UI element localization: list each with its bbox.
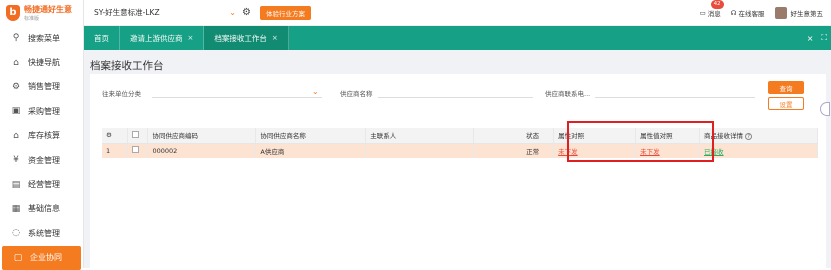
- page-title: 档案接收工作台: [90, 58, 164, 73]
- supplier-name: A供应商: [256, 143, 366, 158]
- status-cell: 正常: [474, 143, 554, 158]
- settings-icon: ◌: [11, 228, 21, 238]
- main-content: 档案接收工作台 往来单位分类 ⌄ 供应商名称 供应商联系电... 查询 设置 ⚙…: [84, 50, 831, 268]
- gear-icon[interactable]: ⚙: [242, 8, 252, 18]
- supplier-table-panel: ⚙ 协同供应商编码 协同供应商名称 主联系人 状态 属性对照 属性值对照 商品接…: [90, 122, 826, 268]
- sidebar-item-label: 经营管理: [28, 179, 60, 190]
- support-label: 在线客服: [739, 8, 765, 18]
- sidebar-item-label: 采购管理: [28, 106, 60, 117]
- sidebar-item-label: 销售管理: [28, 81, 60, 92]
- sidebar-item[interactable]: ▤ 经营管理: [0, 172, 83, 196]
- row-index: 1: [102, 143, 128, 158]
- column-header[interactable]: 协同供应商编码: [148, 128, 256, 143]
- column-settings-header[interactable]: ⚙: [102, 128, 128, 143]
- main-contact: [366, 143, 474, 158]
- brand-name: 畅捷通好生意: [24, 4, 72, 15]
- gear-icon: ⚙: [11, 82, 21, 92]
- tab-label: 首页: [94, 33, 109, 44]
- brand-logo[interactable]: b 畅捷通好生意 标准版: [0, 0, 83, 26]
- bag-icon: ▣: [11, 106, 21, 116]
- collaboration-icon: ▢: [13, 253, 23, 263]
- column-header[interactable]: 主联系人: [366, 128, 474, 143]
- close-all-tabs-icon[interactable]: ×: [807, 34, 814, 43]
- sidebar: b 畅捷通好生意 标准版 ⚲ 搜索菜单 ⌂ 快捷导航 ⚙ 销售管理 ▣ 采购管理 ⌂ 库存核算 ¥ 资…: [0, 0, 84, 268]
- chevron-down-icon[interactable]: ⌄: [312, 87, 319, 96]
- row-select[interactable]: [128, 143, 148, 158]
- annotation-highlight-box: [567, 121, 714, 162]
- reset-button[interactable]: 设置: [768, 97, 804, 110]
- supplier-code: 000002: [148, 143, 256, 158]
- headset-icon: ☊: [731, 9, 737, 17]
- row-checkbox[interactable]: [132, 146, 139, 153]
- sidebar-item[interactable]: ⚲ 搜索菜单: [0, 26, 83, 50]
- sidebar-item-label: 企业协同: [30, 252, 62, 263]
- side-panel-handle[interactable]: [820, 102, 830, 116]
- fullscreen-icon[interactable]: ⛶: [821, 33, 827, 43]
- tab-label: 档案接收工作台: [214, 33, 267, 44]
- brand-edition: 标准版: [24, 15, 72, 22]
- company-name: SY-好生意标准-LKZ: [94, 7, 160, 18]
- supplier-name-input[interactable]: [378, 97, 533, 98]
- close-icon[interactable]: ×: [272, 34, 278, 42]
- sidebar-item-label: 搜索菜单: [28, 33, 60, 44]
- sidebar-item[interactable]: ⌂ 快捷导航: [0, 50, 83, 74]
- message-icon: ▭: [700, 9, 706, 17]
- select-all-checkbox[interactable]: [132, 131, 139, 138]
- user-name: 好生意第五: [791, 8, 824, 18]
- online-support-button[interactable]: ☊ 在线客服: [731, 8, 765, 18]
- column-header[interactable]: 状态: [474, 128, 554, 143]
- money-icon: ¥: [11, 155, 21, 165]
- card-icon: ▦: [11, 204, 21, 214]
- supplier-contact-input[interactable]: [595, 97, 755, 98]
- report-icon: ▤: [11, 180, 21, 190]
- messages-label: 消息: [708, 8, 721, 18]
- tab-bar: 首页 邀请上游供应商 × 档案接收工作台 × × ⛶: [84, 26, 831, 50]
- select-all-header[interactable]: [128, 128, 148, 143]
- trial-industry-button[interactable]: 体验行业方案: [260, 6, 311, 20]
- unit-category-select[interactable]: [152, 97, 322, 98]
- tab[interactable]: 邀请上游供应商 ×: [120, 26, 204, 50]
- sidebar-item-label: 快捷导航: [28, 57, 60, 68]
- warehouse-icon: ⌂: [11, 131, 21, 141]
- top-bar: SY-好生意标准-LKZ ⌄ ⚙ 体验行业方案 ▭ 42 消息 ☊ 在线客服 好…: [84, 0, 831, 26]
- query-button[interactable]: 查询: [768, 81, 804, 94]
- tab-label: 邀请上游供应商: [130, 33, 183, 44]
- search-icon: ⚲: [11, 33, 21, 43]
- unit-category-label: 往来单位分类: [102, 88, 141, 98]
- tab[interactable]: 首页: [84, 26, 120, 50]
- chevron-down-icon: ⌄: [229, 8, 236, 17]
- avatar: [775, 7, 787, 19]
- supplier-contact-label: 供应商联系电...: [545, 88, 590, 98]
- tab[interactable]: 档案接收工作台 ×: [204, 26, 288, 50]
- message-count-badge: 42: [711, 0, 724, 9]
- company-selector[interactable]: SY-好生意标准-LKZ ⌄: [94, 7, 236, 18]
- sidebar-item-label: 系统管理: [28, 228, 60, 239]
- user-menu[interactable]: 好生意第五: [775, 7, 824, 19]
- gear-icon[interactable]: ⚙: [106, 131, 112, 139]
- close-icon[interactable]: ×: [188, 34, 194, 42]
- supplier-name-label: 供应商名称: [340, 88, 373, 98]
- home-icon: ⌂: [11, 58, 21, 68]
- help-icon[interactable]: ?: [745, 133, 752, 140]
- sidebar-item[interactable]: ⚙ 销售管理: [0, 75, 83, 99]
- column-header-receive-detail[interactable]: 商品接收详情?: [700, 128, 818, 143]
- sidebar-item[interactable]: ▦ 基础信息: [0, 197, 83, 221]
- receive-detail-cell: 已接收: [700, 143, 818, 158]
- messages-button[interactable]: ▭ 42 消息: [700, 8, 721, 18]
- sidebar-item[interactable]: ◌ 系统管理: [0, 221, 83, 245]
- sidebar-item-label: 基础信息: [28, 203, 60, 214]
- column-header[interactable]: 协同供应商名称: [256, 128, 366, 143]
- sidebar-item-label: 资金管理: [28, 155, 60, 166]
- sidebar-item[interactable]: ⌂ 库存核算: [0, 124, 83, 148]
- sidebar-item-label: 库存核算: [28, 130, 60, 141]
- sidebar-item[interactable]: ¥ 资金管理: [0, 148, 83, 172]
- brand-logo-icon: b: [6, 5, 20, 21]
- sidebar-item[interactable]: ▣ 采购管理: [0, 99, 83, 123]
- sidebar-item[interactable]: ▢ 企业协同: [2, 246, 81, 270]
